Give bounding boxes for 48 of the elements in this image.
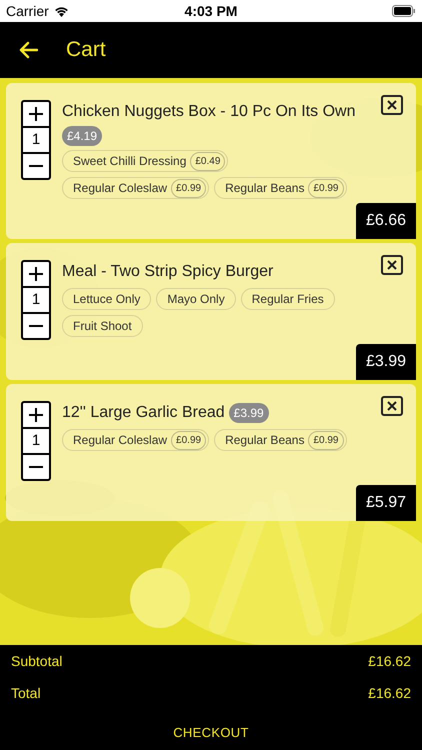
option-label: Regular Beans [225,432,304,449]
option-label: Regular Coleslaw [73,180,168,197]
page-title: Cart [66,37,106,64]
option-price: £0.49 [190,152,226,170]
option-label: Regular Coleslaw [73,432,168,449]
option-label: Regular Fries [252,291,324,308]
option-label: Mayo Only [167,291,225,308]
back-arrow-icon[interactable] [18,41,38,59]
remove-button[interactable] [381,255,403,275]
minus-icon [28,164,44,168]
remove-button[interactable] [381,95,403,115]
base-price-badge: £4.19 [62,126,102,146]
item-total-price: £5.97 [356,485,416,521]
item-total-price: £6.66 [356,203,416,239]
plus-icon [28,106,44,122]
option-price: £0.99 [171,178,206,198]
summary-label: Subtotal [11,652,62,671]
item-name: Chicken Nuggets Box - 10 Pc On Its Own [62,102,356,122]
quantity-value: 1 [30,130,42,150]
summary-label: Total [11,684,41,703]
plus-icon [28,266,44,282]
summary-value: £16.62 [368,684,411,703]
option-label: Sweet Chilli Dressing [73,153,186,170]
minus-icon [28,324,44,328]
option-label: Lettuce Only [73,291,140,308]
option-price: £0.99 [308,430,344,450]
quantity-value: 1 [30,430,42,451]
option-label: Regular Beans [225,180,304,197]
option-price: £0.99 [171,430,206,450]
option-price: £0.99 [308,178,344,198]
minus-icon [28,465,44,469]
checkout-button[interactable]: CHECKOUT [173,722,249,742]
wifi-icon [54,6,69,16]
carrier-label: Carrier [6,2,49,20]
battery-icon [392,5,416,17]
item-name: 12'' Large Garlic Bread [62,403,225,423]
summary-value: £16.62 [368,652,411,671]
clock-time: 4:03 PM [184,2,238,20]
option-label: Fruit Shoot [73,318,132,335]
close-icon [387,100,397,110]
quantity-value: 1 [30,290,42,310]
remove-button[interactable] [381,396,403,416]
plus-icon [28,407,44,423]
base-price-badge: £3.99 [228,403,269,423]
item-total-price: £3.99 [356,344,416,380]
item-name: Meal - Two Strip Spicy Burger [62,262,274,282]
close-icon [387,260,397,270]
close-icon [387,401,397,411]
